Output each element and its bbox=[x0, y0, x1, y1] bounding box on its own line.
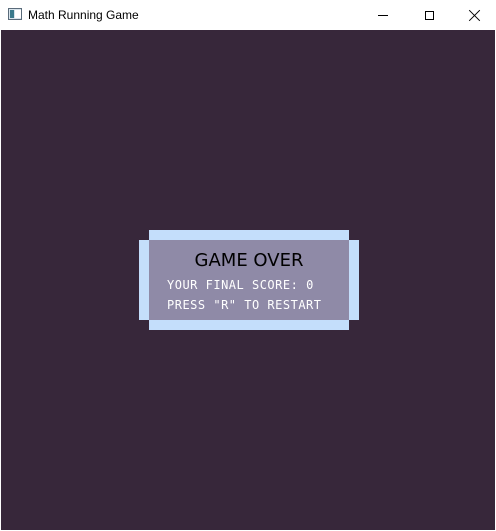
maximize-button[interactable] bbox=[406, 0, 452, 30]
final-score-label: YOUR FINAL SCORE: bbox=[167, 278, 299, 292]
final-score-line: YOUR FINAL SCORE: 0 bbox=[167, 278, 314, 292]
close-icon bbox=[469, 9, 481, 21]
window-title: Math Running Game bbox=[28, 8, 139, 22]
game-over-title: GAME OVER bbox=[194, 250, 304, 271]
game-canvas[interactable]: GAME OVER YOUR FINAL SCORE: 0 PRESS "R" … bbox=[1, 30, 495, 530]
app-window-icon bbox=[8, 8, 22, 20]
final-score-value: 0 bbox=[306, 278, 314, 292]
restart-hint: PRESS "R" TO RESTART bbox=[167, 298, 322, 312]
close-button[interactable] bbox=[452, 0, 496, 30]
app-window: Math Running Game GAME OVER YOUR FINAL S… bbox=[0, 0, 496, 531]
title-bar[interactable]: Math Running Game bbox=[0, 0, 496, 30]
maximize-icon bbox=[424, 10, 434, 20]
minimize-button[interactable] bbox=[360, 0, 406, 30]
minimize-icon bbox=[378, 14, 388, 16]
